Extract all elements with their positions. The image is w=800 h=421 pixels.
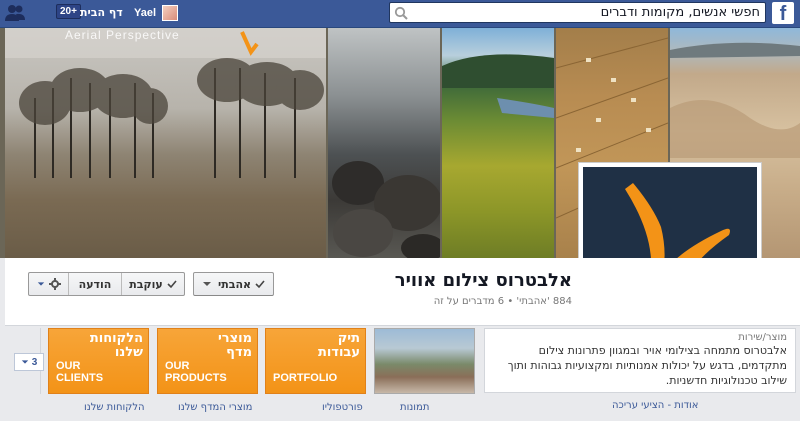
user-name[interactable]: Yael [134, 7, 156, 19]
products-tile-label[interactable]: מוצרי המדף שלנו [178, 402, 252, 413]
cover-panel-trees: Aerial Perspective [5, 28, 326, 258]
friend-requests-icon[interactable] [4, 3, 26, 23]
cover-watermark: Aerial Perspective [65, 28, 180, 42]
clients-tile-heading: הלקוחות שלנו [89, 331, 143, 360]
cover-panel-rocks [328, 28, 440, 258]
more-apps-count: 3 [31, 356, 38, 368]
page-likes-count[interactable]: 884 'אהבתי' • 6 מדברים על זה [434, 296, 572, 307]
top-bar: 20+ דף הבית Yael f [0, 0, 800, 28]
rocks-illustration [332, 161, 440, 258]
profile-link[interactable]: Yael [134, 2, 179, 24]
search-input[interactable] [412, 3, 760, 22]
products-tile-heading: מוצרי מדף [217, 331, 252, 360]
dropdown-arrow-icon [21, 360, 28, 364]
products-tile-english: OUR PRODUCTS [165, 360, 227, 384]
like-button[interactable]: אהבתי [193, 272, 274, 296]
dropdown-arrow-icon [202, 282, 211, 286]
page-category[interactable]: מוצר/שירות [493, 332, 787, 343]
clients-tile[interactable]: הלקוחות שלנו OUR CLIENTS [48, 328, 149, 394]
checkmark-icon [167, 280, 177, 289]
photos-tile[interactable] [374, 328, 475, 394]
settings-dropdown-button[interactable] [29, 273, 69, 295]
facebook-logo-icon[interactable]: f [772, 2, 794, 24]
search-box[interactable] [389, 2, 766, 23]
more-apps-button[interactable]: 3 [14, 353, 44, 371]
clients-tile-english: OUR CLIENTS [56, 360, 104, 384]
user-avatar[interactable] [162, 5, 179, 21]
checkmark-icon [255, 280, 265, 289]
fields-illustration [442, 54, 554, 118]
cover-panel-fields [442, 28, 554, 258]
following-button-label: עוקבת [129, 277, 163, 291]
notification-count-badge[interactable]: 20+ [56, 4, 81, 19]
following-button[interactable]: עוקבת [122, 273, 184, 295]
left-gutter [0, 258, 5, 421]
search-icon[interactable] [394, 6, 408, 20]
trees-illustration [5, 28, 326, 178]
home-link[interactable]: דף הבית [80, 6, 123, 19]
portfolio-tile-english: PORTFOLIO [273, 372, 338, 384]
message-button[interactable]: הודעה [69, 273, 122, 295]
photos-tile-label[interactable]: תמונות [400, 402, 429, 413]
photos-thumbnail [374, 328, 475, 394]
portfolio-tile[interactable]: תיק עבודות PORTFOLIO [265, 328, 366, 394]
portfolio-tile-heading: תיק עבודות [317, 331, 360, 360]
gear-icon [48, 278, 61, 290]
about-box: מוצר/שירות אלבטרוס מתמחה בצילומי אויר וב… [484, 328, 796, 393]
like-button-label: אהבתי [217, 277, 252, 291]
dropdown-arrow-icon [37, 282, 44, 286]
about-edit-links[interactable]: אודות - הציעי עריכה [612, 400, 698, 411]
about-description: אלבטרוס מתמחה בצילומי אויר ובמגוון פתרונ… [507, 344, 787, 387]
products-tile[interactable]: מוצרי מדף OUR PRODUCTS [157, 328, 258, 394]
page-actions-group: הודעה עוקבת [28, 272, 185, 296]
portfolio-tile-label[interactable]: פורטפוליו [322, 402, 363, 413]
page-title[interactable]: אלבטרוס צילום אוויר [395, 270, 572, 291]
clients-tile-label[interactable]: הלקוחות שלנו [84, 402, 145, 413]
